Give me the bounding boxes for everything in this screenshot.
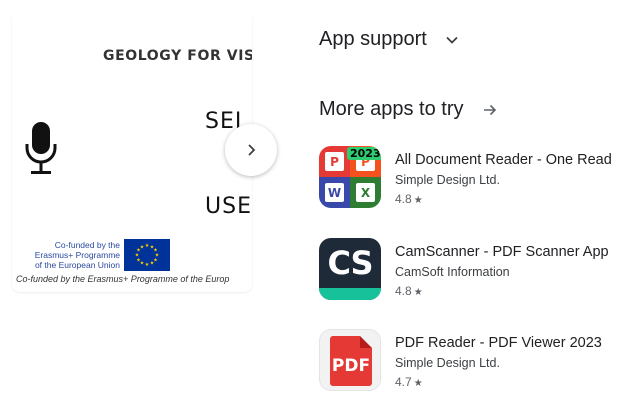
app-item-pdf-reader[interactable]: PDF PDF Reader - PDF Viewer 2023 Simple … [319, 329, 622, 393]
next-screenshot-button[interactable] [225, 124, 277, 176]
svg-text:★: ★ [145, 262, 150, 268]
eu-line-1: Co-funded by the [54, 240, 120, 250]
app-item-camscanner[interactable]: CS CamScanner - PDF Scanner App CamSoft … [319, 238, 622, 302]
app-name: PDF Reader - PDF Viewer 2023 [395, 335, 602, 351]
app-support-label: App support [319, 28, 427, 50]
pdf-icon-text: PDF [331, 356, 371, 376]
app-screenshot[interactable]: GEOLOGY FOR VISU SEI USE Co-funded by th… [12, 10, 252, 292]
pdf-reader-icon: PDF [319, 329, 381, 391]
app-rating: 4.7 ★ [395, 375, 423, 389]
cs-icon-text: CS [327, 244, 373, 282]
star-icon: ★ [413, 378, 423, 389]
screenshot-word-2: USE [205, 194, 252, 219]
eu-line-3: of the European Union [34, 260, 120, 270]
svg-text:★: ★ [140, 244, 145, 250]
app-developer: CamSoft Information [395, 265, 510, 279]
screenshot-footer: Co-funded by the Erasmus+ Programme of t… [16, 274, 230, 284]
app-name: All Document Reader - One Read [395, 152, 612, 168]
svg-text:★: ★ [150, 261, 155, 267]
camscanner-icon: CS [319, 238, 381, 300]
more-apps-label: More apps to try [319, 98, 464, 120]
eu-cofunded-label: Co-funded by the Erasmus+ Programme of t… [20, 240, 120, 270]
app-developer: Simple Design Ltd. [395, 356, 500, 370]
star-icon: ★ [413, 195, 423, 206]
year-badge: 2023 [347, 147, 381, 160]
app-item-all-document-reader[interactable]: P P W X 2023 All Document Reader - One R… [319, 146, 622, 210]
all-document-reader-icon: P P W X 2023 [319, 146, 381, 208]
microphone-icon [25, 122, 57, 174]
star-icon: ★ [413, 287, 423, 298]
screenshot-title: GEOLOGY FOR VISU [103, 48, 252, 64]
app-rating: 4.8 ★ [395, 284, 423, 298]
arrow-right-icon [483, 104, 496, 115]
app-developer: Simple Design Ltd. [395, 173, 500, 187]
app-name: CamScanner - PDF Scanner App [395, 244, 609, 260]
more-apps-link[interactable]: More apps to try [319, 98, 498, 121]
app-rating: 4.8 ★ [395, 192, 423, 206]
chevron-right-icon [248, 144, 256, 156]
chevron-down-icon [446, 36, 458, 44]
eu-line-2: Erasmus+ Programme [34, 250, 120, 260]
eu-flag-icon: ★ ★ ★ ★ ★ ★ ★ ★ ★ ★ ★ ★ [124, 239, 170, 271]
app-support-toggle[interactable]: App support [319, 28, 459, 51]
